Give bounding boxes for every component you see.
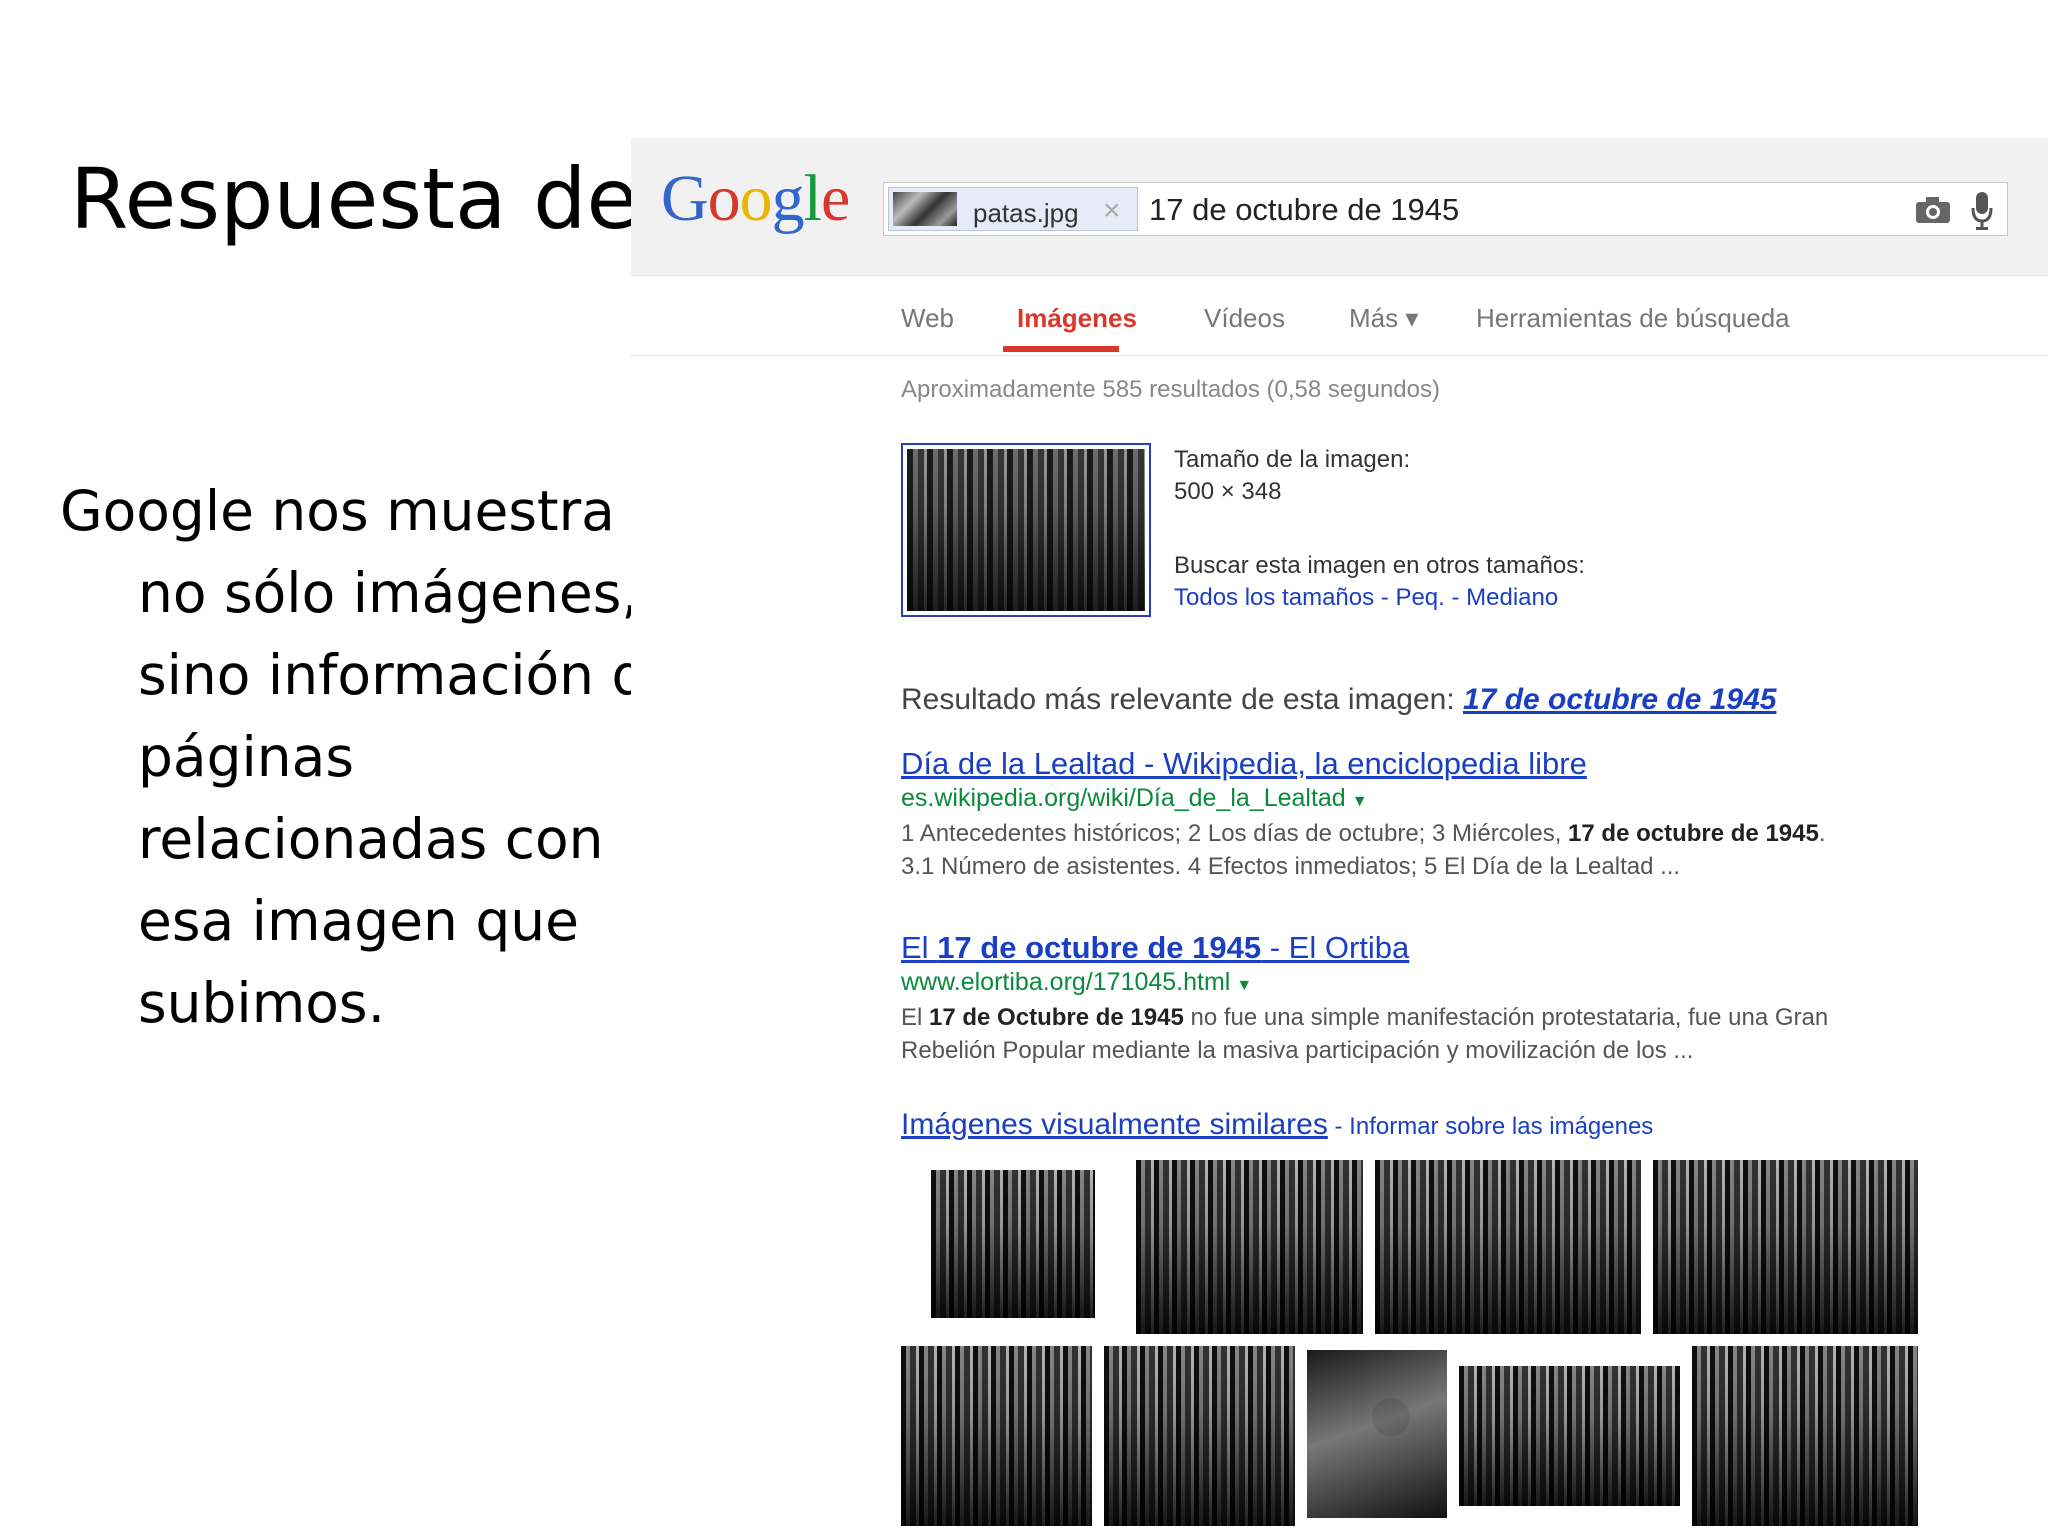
logo-letter: l (803, 162, 822, 235)
tab-search-tools[interactable]: Herramientas de búsqueda (1476, 303, 1790, 334)
similar-image-thumbnail[interactable] (1375, 1160, 1641, 1334)
best-guess-link[interactable]: 17 de octubre de 1945 (1463, 683, 1776, 716)
result-url: es.wikipedia.org/wiki/Día_de_la_Lealtad ▼ (901, 784, 1826, 813)
similar-image-thumbnail[interactable] (1136, 1160, 1363, 1334)
best-guess: Resultado más relevante de esta imagen: … (901, 683, 1776, 717)
image-size-label: Tamaño de la imagen: (1174, 446, 1411, 473)
bullet-line: subimos. (138, 971, 386, 1035)
active-tab-indicator (1003, 346, 1119, 352)
best-guess-label: Resultado más relevante de esta imagen: (901, 683, 1463, 716)
bullet-line: sino información d (138, 643, 640, 707)
camera-icon[interactable] (1914, 195, 1952, 225)
tab-more[interactable]: Más ▾ (1349, 303, 1418, 334)
google-results-screenshot: Google patas.jpg × 17 de octubre de 1945 (631, 138, 2048, 1536)
bullet-line: Google nos muestra (60, 479, 615, 543)
similar-images-header: Imágenes visualmente similares - Informa… (901, 1108, 1653, 1142)
snippet-text: El (901, 1004, 930, 1031)
similar-image-thumbnail[interactable] (931, 1170, 1095, 1318)
search-input[interactable]: patas.jpg × 17 de octubre de 1945 (883, 182, 2008, 236)
uploaded-image-thumbnail (893, 192, 957, 226)
snippet-text: 3.1 Número de asistentes. 4 Efectos inme… (901, 853, 1681, 880)
search-header: Google patas.jpg × 17 de octubre de 1945 (631, 138, 2048, 276)
snippet-highlight: 17 de Octubre de 1945 (929, 1004, 1184, 1031)
logo-letter: g (771, 162, 805, 235)
tab-images[interactable]: Imágenes (1017, 303, 1137, 334)
image-size-info: Tamaño de la imagen: 500 × 348 Buscar es… (1174, 444, 1585, 614)
bullet-line: relacionadas con (138, 807, 604, 871)
caret-down-icon[interactable]: ▼ (1352, 793, 1368, 810)
bullet-line: no sólo imágenes, (138, 561, 639, 625)
similar-image-thumbnail[interactable] (1692, 1346, 1918, 1526)
logo-letter: o (739, 162, 773, 235)
report-images-link[interactable]: Informar sobre las imágenes (1349, 1113, 1653, 1140)
snippet-text: . (1818, 820, 1826, 847)
uploaded-image-chip[interactable]: patas.jpg × (888, 187, 1138, 231)
logo-letter: o (707, 162, 741, 235)
search-tabs: Web Imágenes Vídeos Más ▾ Herramientas d… (631, 275, 2048, 356)
similar-images-link[interactable]: Imágenes visualmente similares (901, 1108, 1328, 1141)
google-logo[interactable]: Google (661, 166, 850, 232)
search-result: El 17 de octubre de 1945 - El Ortiba www… (901, 930, 1828, 1067)
separator: - (1444, 584, 1467, 611)
result-url-text: es.wikipedia.org/wiki/Día_de_la_Lealtad (901, 784, 1346, 812)
snippet-text: Rebelión Popular mediante la masiva part… (901, 1037, 1694, 1064)
query-image (907, 449, 1145, 611)
snippet-highlight: 17 de octubre de 1945 (1568, 820, 1819, 847)
result-url: www.elortiba.org/171045.html ▼ (901, 968, 1828, 997)
close-icon[interactable]: × (1103, 194, 1121, 228)
caret-down-icon[interactable]: ▼ (1236, 977, 1252, 994)
tab-videos[interactable]: Vídeos (1204, 303, 1285, 334)
size-medium-link[interactable]: Mediano (1466, 584, 1558, 611)
result-snippet: 1 Antecedentes históricos; 2 Los días de… (901, 817, 1826, 883)
separator: - (1374, 584, 1396, 611)
logo-letter: G (661, 162, 709, 235)
size-small-link[interactable]: Peq. (1395, 584, 1444, 611)
uploaded-image-filename: patas.jpg (973, 198, 1079, 228)
search-query[interactable]: 17 de octubre de 1945 (1149, 192, 1459, 228)
tab-web[interactable]: Web (901, 303, 954, 334)
similar-image-thumbnail[interactable] (1653, 1160, 1918, 1334)
logo-letter: e (821, 162, 850, 235)
title-highlight: 17 de octubre de 1945 (937, 930, 1262, 965)
slide-bullet-text: Google nos muestra no sólo imágenes, sin… (60, 470, 640, 1044)
separator: - (1327, 1113, 1350, 1140)
image-size-value: 500 × 348 (1174, 478, 1282, 505)
similar-image-thumbnail[interactable] (1307, 1350, 1447, 1518)
title-text: El (901, 930, 938, 965)
other-sizes-label: Buscar esta imagen en otros tamaños: (1174, 552, 1585, 579)
similar-image-thumbnail[interactable] (901, 1346, 1092, 1526)
bullet-line: esa imagen que (138, 889, 579, 953)
slide-title: Respuesta de (70, 150, 639, 248)
result-stats: Aproximadamente 585 resultados (0,58 seg… (901, 376, 1440, 403)
similar-image-thumbnail[interactable] (1104, 1346, 1295, 1526)
title-text: - El Ortiba (1261, 930, 1410, 965)
result-title-link[interactable]: El 17 de octubre de 1945 - El Ortiba (901, 930, 1828, 966)
result-url-text: www.elortiba.org/171045.html (901, 968, 1231, 996)
bullet-line: páginas (138, 725, 355, 789)
snippet-text: 1 Antecedentes históricos; 2 Los días de… (901, 820, 1569, 847)
similar-image-thumbnail[interactable] (1459, 1366, 1680, 1506)
size-all-link[interactable]: Todos los tamaños (1174, 584, 1374, 611)
search-result: Día de la Lealtad - Wikipedia, la encicl… (901, 746, 1826, 883)
query-image-thumbnail[interactable] (901, 443, 1151, 617)
snippet-text: no fue una simple manifestación protesta… (1183, 1004, 1829, 1031)
result-title-link[interactable]: Día de la Lealtad - Wikipedia, la encicl… (901, 746, 1826, 782)
result-snippet: El 17 de Octubre de 1945 no fue una simp… (901, 1001, 1828, 1067)
microphone-icon[interactable] (1970, 191, 1994, 231)
